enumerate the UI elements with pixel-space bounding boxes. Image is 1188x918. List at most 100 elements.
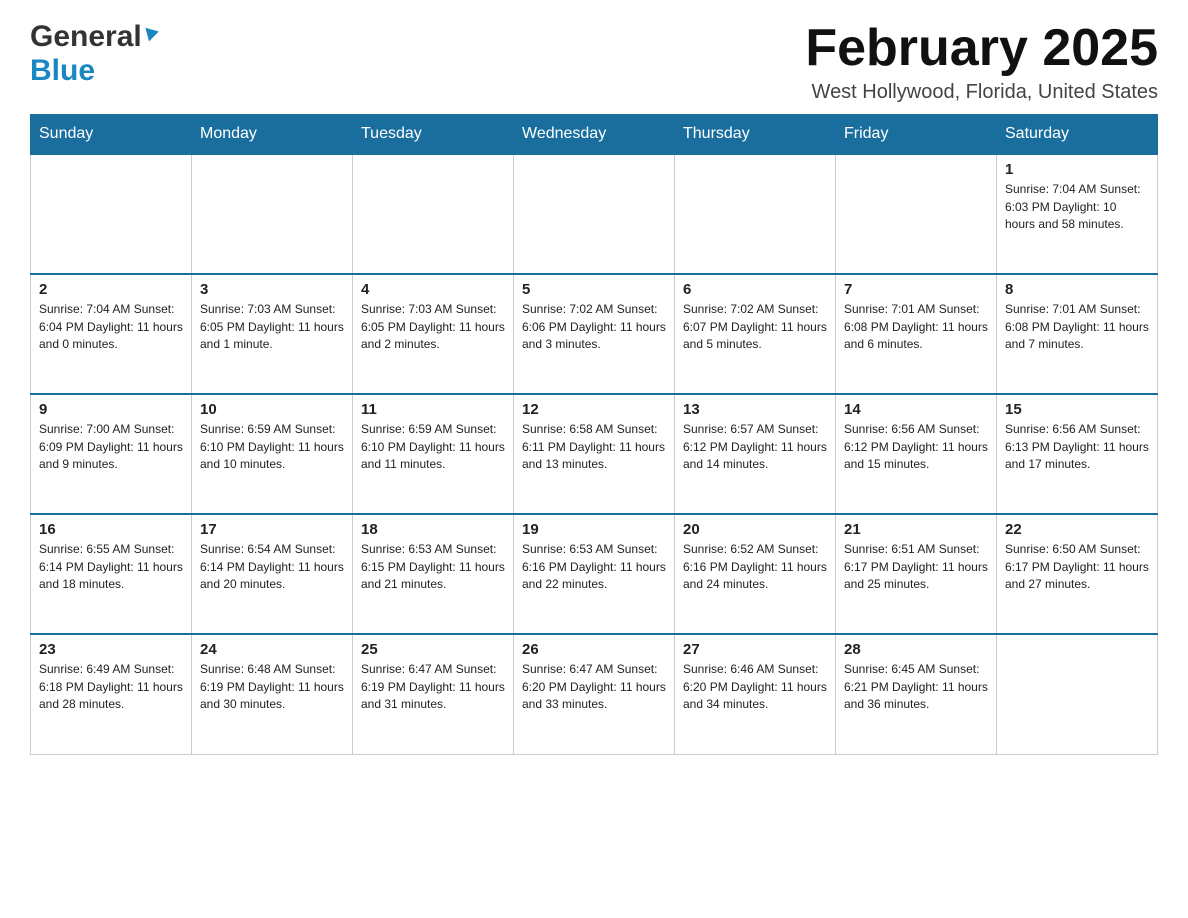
day-number: 26 xyxy=(522,641,666,658)
location-text: West Hollywood, Florida, United States xyxy=(805,81,1158,104)
calendar-cell xyxy=(31,154,192,274)
day-number: 25 xyxy=(361,641,505,658)
calendar-cell xyxy=(514,154,675,274)
calendar-cell: 20 Sunrise: 6:52 AM Sunset: 6:16 PM Dayli… xyxy=(675,514,836,634)
calendar-header-row: Sunday Monday Tuesday Wednesday Thursday… xyxy=(31,115,1158,155)
calendar-cell: 7 Sunrise: 7:01 AM Sunset: 6:08 PM Daylig… xyxy=(836,274,997,394)
calendar-cell: 4 Sunrise: 7:03 AM Sunset: 6:05 PM Daylig… xyxy=(353,274,514,394)
calendar-cell: 18 Sunrise: 6:53 AM Sunset: 6:15 PM Dayli… xyxy=(353,514,514,634)
day-number: 22 xyxy=(1005,521,1149,538)
day-number: 23 xyxy=(39,641,183,658)
day-number: 6 xyxy=(683,281,827,298)
day-number: 9 xyxy=(39,401,183,418)
day-info: Sunrise: 6:54 AM Sunset: 6:14 PM Dayligh… xyxy=(200,541,344,593)
calendar-cell: 14Sunrise: 6:56 AM Sunset: 6:12 PM Dayli… xyxy=(836,394,997,514)
calendar-cell: 27Sunrise: 6:46 AM Sunset: 6:20 PM Dayli… xyxy=(675,634,836,754)
day-info: Sunrise: 6:56 AM Sunset: 6:13 PM Dayligh… xyxy=(1005,421,1149,473)
day-info: Sunrise: 6:50 AM Sunset: 6:17 PM Dayligh… xyxy=(1005,541,1149,593)
day-info: Sunrise: 6:55 AM Sunset: 6:14 PM Dayligh… xyxy=(39,541,183,593)
day-info: Sunrise: 6:53 AM Sunset: 6:16 PM Dayligh… xyxy=(522,541,666,593)
calendar-cell: 8Sunrise: 7:01 AM Sunset: 6:08 PM Daylig… xyxy=(997,274,1158,394)
day-number: 15 xyxy=(1005,401,1149,418)
day-number: 7 xyxy=(844,281,988,298)
day-info: Sunrise: 7:00 AM Sunset: 6:09 PM Dayligh… xyxy=(39,421,183,473)
day-number: 5 xyxy=(522,281,666,298)
day-info: Sunrise: 7:02 AM Sunset: 6:06 PM Dayligh… xyxy=(522,301,666,353)
calendar-cell: 25 Sunrise: 6:47 AM Sunset: 6:19 PM Dayli… xyxy=(353,634,514,754)
day-info: Sunrise: 6:52 AM Sunset: 6:16 PM Dayligh… xyxy=(683,541,827,593)
month-title: February 2025 xyxy=(805,20,1158,77)
calendar-cell: 2Sunrise: 7:04 AM Sunset: 6:04 PM Daylig… xyxy=(31,274,192,394)
calendar-cell: 5 Sunrise: 7:02 AM Sunset: 6:06 PM Daylig… xyxy=(514,274,675,394)
calendar-cell xyxy=(192,154,353,274)
calendar-cell xyxy=(836,154,997,274)
week-row-1: 1Sunrise: 7:04 AM Sunset: 6:03 PM Daylig… xyxy=(31,154,1158,274)
day-info: Sunrise: 6:53 AM Sunset: 6:15 PM Dayligh… xyxy=(361,541,505,593)
calendar-cell: 26Sunrise: 6:47 AM Sunset: 6:20 PM Dayli… xyxy=(514,634,675,754)
calendar-cell: 12 Sunrise: 6:58 AM Sunset: 6:11 PM Dayli… xyxy=(514,394,675,514)
day-info: Sunrise: 6:56 AM Sunset: 6:12 PM Dayligh… xyxy=(844,421,988,473)
day-info: Sunrise: 7:04 AM Sunset: 6:04 PM Dayligh… xyxy=(39,301,183,353)
day-info: Sunrise: 6:58 AM Sunset: 6:11 PM Dayligh… xyxy=(522,421,666,473)
col-wednesday: Wednesday xyxy=(514,115,675,155)
calendar-cell: 1Sunrise: 7:04 AM Sunset: 6:03 PM Daylig… xyxy=(997,154,1158,274)
calendar-cell: 28 Sunrise: 6:45 AM Sunset: 6:21 PM Dayli… xyxy=(836,634,997,754)
day-number: 3 xyxy=(200,281,344,298)
day-info: Sunrise: 7:04 AM Sunset: 6:03 PM Dayligh… xyxy=(1005,181,1149,233)
calendar-cell: 9 Sunrise: 7:00 AM Sunset: 6:09 PM Daylig… xyxy=(31,394,192,514)
day-info: Sunrise: 7:01 AM Sunset: 6:08 PM Dayligh… xyxy=(844,301,988,353)
calendar-cell: 6 Sunrise: 7:02 AM Sunset: 6:07 PM Daylig… xyxy=(675,274,836,394)
calendar-cell: 21 Sunrise: 6:51 AM Sunset: 6:17 PM Dayli… xyxy=(836,514,997,634)
week-row-2: 2Sunrise: 7:04 AM Sunset: 6:04 PM Daylig… xyxy=(31,274,1158,394)
col-friday: Friday xyxy=(836,115,997,155)
calendar-cell: 22 Sunrise: 6:50 AM Sunset: 6:17 PM Dayli… xyxy=(997,514,1158,634)
day-info: Sunrise: 7:02 AM Sunset: 6:07 PM Dayligh… xyxy=(683,301,827,353)
col-tuesday: Tuesday xyxy=(353,115,514,155)
day-number: 28 xyxy=(844,641,988,658)
day-info: Sunrise: 6:47 AM Sunset: 6:19 PM Dayligh… xyxy=(361,661,505,713)
day-info: Sunrise: 6:45 AM Sunset: 6:21 PM Dayligh… xyxy=(844,661,988,713)
calendar-cell: 16 Sunrise: 6:55 AM Sunset: 6:14 PM Dayli… xyxy=(31,514,192,634)
col-thursday: Thursday xyxy=(675,115,836,155)
calendar-table: Sunday Monday Tuesday Wednesday Thursday… xyxy=(30,114,1158,755)
day-number: 24 xyxy=(200,641,344,658)
day-info: Sunrise: 7:03 AM Sunset: 6:05 PM Dayligh… xyxy=(361,301,505,353)
calendar-cell: 13 Sunrise: 6:57 AM Sunset: 6:12 PM Dayli… xyxy=(675,394,836,514)
day-number: 11 xyxy=(361,401,505,418)
day-info: Sunrise: 7:03 AM Sunset: 6:05 PM Dayligh… xyxy=(200,301,344,353)
day-number: 21 xyxy=(844,521,988,538)
logo: General Blue xyxy=(30,20,162,88)
col-saturday: Saturday xyxy=(997,115,1158,155)
calendar-cell: 24 Sunrise: 6:48 AM Sunset: 6:19 PM Dayli… xyxy=(192,634,353,754)
page-header: General Blue February 2025 West Hollywoo… xyxy=(30,20,1158,104)
week-row-5: 23 Sunrise: 6:49 AM Sunset: 6:18 PM Dayli… xyxy=(31,634,1158,754)
logo-general-text: General xyxy=(30,20,142,54)
day-number: 27 xyxy=(683,641,827,658)
day-number: 20 xyxy=(683,521,827,538)
day-info: Sunrise: 6:57 AM Sunset: 6:12 PM Dayligh… xyxy=(683,421,827,473)
day-number: 19 xyxy=(522,521,666,538)
logo-arrow-icon xyxy=(144,24,162,47)
calendar-cell xyxy=(997,634,1158,754)
col-sunday: Sunday xyxy=(31,115,192,155)
day-number: 4 xyxy=(361,281,505,298)
logo-blue-text: Blue xyxy=(30,54,95,87)
day-number: 12 xyxy=(522,401,666,418)
calendar-cell: 17 Sunrise: 6:54 AM Sunset: 6:14 PM Dayli… xyxy=(192,514,353,634)
day-number: 17 xyxy=(200,521,344,538)
week-row-3: 9 Sunrise: 7:00 AM Sunset: 6:09 PM Daylig… xyxy=(31,394,1158,514)
calendar-cell xyxy=(353,154,514,274)
col-monday: Monday xyxy=(192,115,353,155)
week-row-4: 16 Sunrise: 6:55 AM Sunset: 6:14 PM Dayli… xyxy=(31,514,1158,634)
day-info: Sunrise: 6:49 AM Sunset: 6:18 PM Dayligh… xyxy=(39,661,183,713)
day-number: 16 xyxy=(39,521,183,538)
day-info: Sunrise: 6:51 AM Sunset: 6:17 PM Dayligh… xyxy=(844,541,988,593)
day-number: 13 xyxy=(683,401,827,418)
day-info: Sunrise: 6:48 AM Sunset: 6:19 PM Dayligh… xyxy=(200,661,344,713)
calendar-cell: 19 Sunrise: 6:53 AM Sunset: 6:16 PM Dayli… xyxy=(514,514,675,634)
day-number: 10 xyxy=(200,401,344,418)
day-number: 18 xyxy=(361,521,505,538)
day-number: 8 xyxy=(1005,281,1149,298)
day-info: Sunrise: 6:59 AM Sunset: 6:10 PM Dayligh… xyxy=(200,421,344,473)
day-info: Sunrise: 6:59 AM Sunset: 6:10 PM Dayligh… xyxy=(361,421,505,473)
